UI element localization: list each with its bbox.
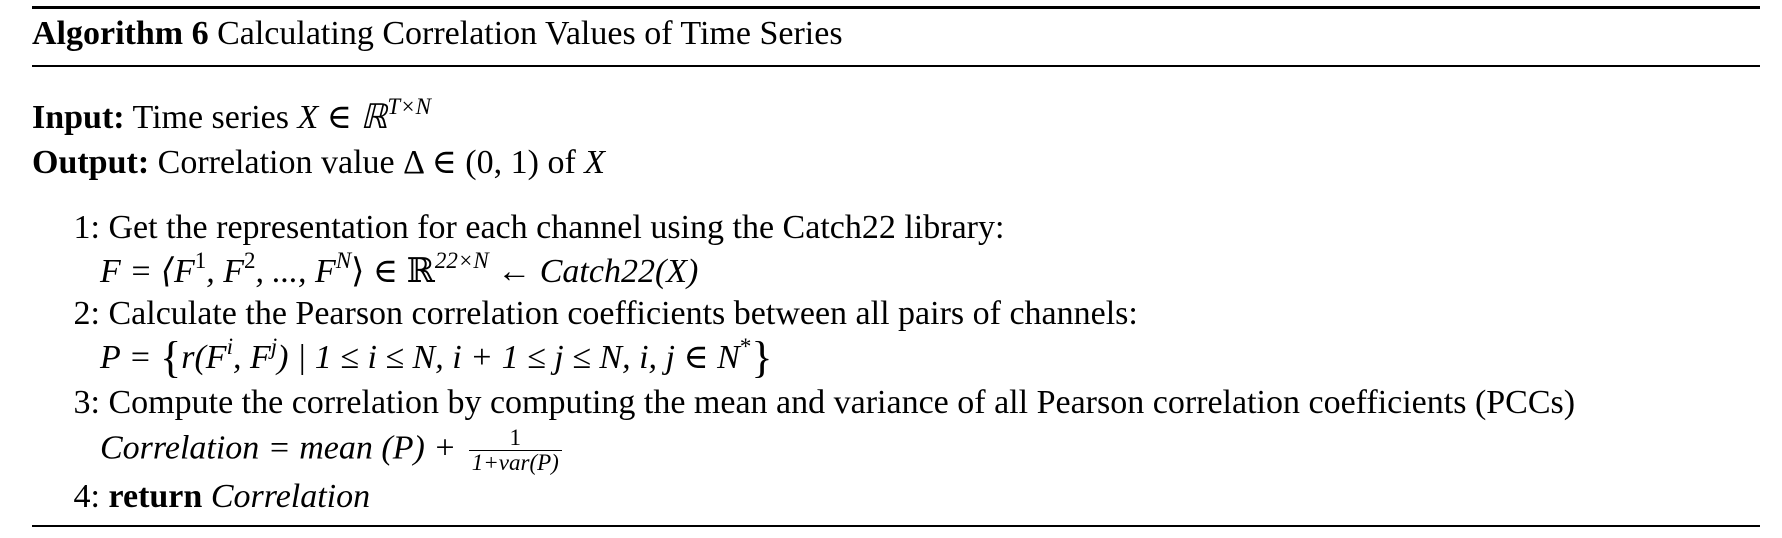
equation-catch22: F = ⟨F1, F2, ..., FN⟩ ∈ ℝ22×N ← Catch22(… <box>100 249 699 292</box>
input-line: Input: Time series X ∈ ℝT×N <box>32 95 431 138</box>
eq-part: ⟩ ∈ ℝ <box>351 253 435 290</box>
eq-part: Correlation = mean (P) + <box>100 429 465 467</box>
equation-pearson: P = {r(Fi, Fj) | 1 ≤ i ≤ N, i + 1 ≤ j ≤ … <box>100 335 772 380</box>
eq-sup: N <box>335 248 352 273</box>
step-1: 1: Get the representation for each chann… <box>32 208 1005 248</box>
step-text: Get the representation for each channel … <box>108 209 1005 246</box>
equation-correlation: Correlation = mean (P) + 1 1+var(P) <box>100 426 562 475</box>
right-brace: } <box>751 333 773 382</box>
eq-part: ← Catch22(X) <box>488 253 699 290</box>
denominator: 1+var(P) <box>471 450 559 475</box>
return-keyword: return <box>108 478 203 515</box>
eq-sup: 1 <box>194 248 207 273</box>
input-text: Time series <box>132 99 298 136</box>
top-rule <box>32 6 1760 9</box>
eq-part: F = ⟨F <box>100 253 195 290</box>
fraction: 1 1+var(P) <box>468 426 562 475</box>
step-number: 3: <box>73 384 100 421</box>
output-line: Output: Correlation value Δ ∈ (0, 1) of … <box>32 143 605 183</box>
numerator: 1 <box>468 426 562 451</box>
eq-part: P = <box>100 339 161 376</box>
output-text: Correlation value <box>157 144 404 181</box>
step-number: 1: <box>73 209 100 246</box>
return-var: Correlation <box>210 478 371 515</box>
step-text: Compute the correlation by computing the… <box>108 384 1576 421</box>
output-label: Output: <box>32 144 150 181</box>
eq-sup: 22×N <box>434 248 489 273</box>
eq-sup: 2 <box>244 248 256 273</box>
input-sup: T×N <box>387 94 432 119</box>
step-2: 2: Calculate the Pearson correlation coe… <box>32 294 1138 334</box>
bottom-rule <box>32 525 1760 527</box>
step-number: 4: <box>73 478 100 515</box>
eq-part: , ..., F <box>255 253 336 290</box>
algorithm-title: Calculating Correlation Values of Time S… <box>217 15 843 52</box>
algorithm-caption: Algorithm 6 Calculating Correlation Valu… <box>32 14 843 54</box>
step-text: Calculate the Pearson correlation coeffi… <box>108 295 1138 332</box>
eq-part: r(F <box>181 339 227 376</box>
left-brace: { <box>160 333 182 382</box>
eq-part: ) | 1 ≤ i ≤ N, i + 1 ≤ j ≤ N, i, j ∈ N <box>277 339 740 376</box>
eq-part: , F <box>232 339 271 376</box>
step-number: 2: <box>73 295 100 332</box>
output-var: X <box>584 144 606 181</box>
output-math: Δ ∈ (0, 1) <box>403 144 539 181</box>
input-math: X ∈ ℝ <box>297 99 388 136</box>
eq-part: , F <box>206 253 245 290</box>
eq-sup: * <box>739 334 752 359</box>
step-4: 4: return Correlation <box>32 477 371 517</box>
algorithm-label: Algorithm 6 <box>32 15 209 52</box>
caption-rule <box>32 65 1760 67</box>
output-tail: of <box>538 144 585 181</box>
step-3: 3: Compute the correlation by computing … <box>32 383 1576 423</box>
input-label: Input: <box>32 99 125 136</box>
